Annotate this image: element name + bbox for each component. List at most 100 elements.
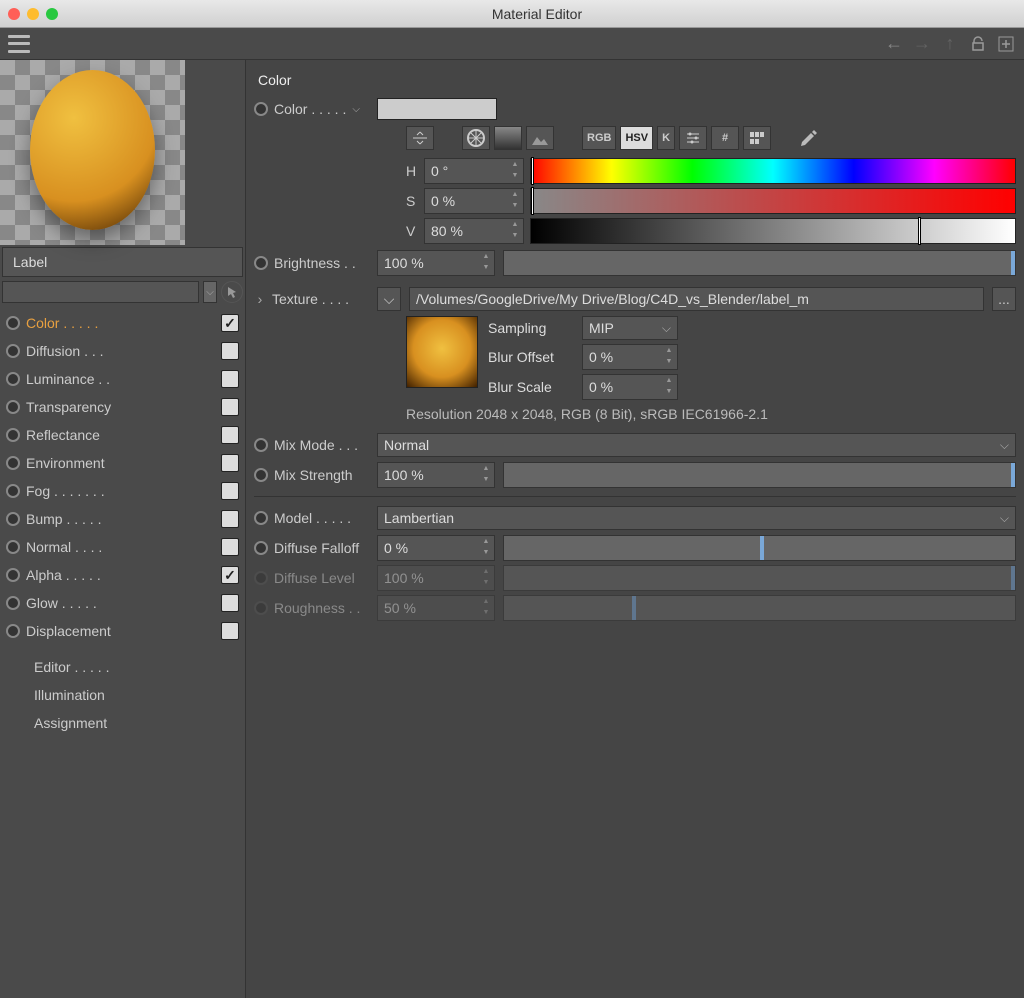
- channel-label-2[interactable]: Luminance . .: [26, 371, 215, 387]
- texture-disclosure-icon[interactable]: ›: [254, 291, 266, 307]
- mix-strength-enable-radio[interactable]: [254, 468, 268, 482]
- value-input[interactable]: 80 %▲▼: [424, 218, 524, 244]
- channel-radio-3[interactable]: [6, 400, 20, 414]
- channel-radio-1[interactable]: [6, 344, 20, 358]
- brightness-label: Brightness . .: [274, 255, 356, 271]
- channel-checkbox-3[interactable]: [221, 398, 239, 416]
- lock-icon[interactable]: [968, 34, 988, 54]
- channel-label-9[interactable]: Alpha . . . . .: [26, 567, 215, 583]
- hex-icon[interactable]: #: [711, 126, 739, 150]
- channel-radio-0[interactable]: [6, 316, 20, 330]
- minimize-window-button[interactable]: [27, 8, 39, 20]
- channel-checkbox-1[interactable]: [221, 342, 239, 360]
- sidebar-link-2[interactable]: Assignment: [34, 709, 239, 737]
- diffuse-level-enable-radio: [254, 571, 268, 585]
- color-tool-1[interactable]: [406, 126, 434, 150]
- channel-checkbox-0[interactable]: [221, 314, 239, 332]
- titlebar: Material Editor: [0, 0, 1024, 28]
- channel-checkbox-10[interactable]: [221, 594, 239, 612]
- channel-radio-8[interactable]: [6, 540, 20, 554]
- kelvin-mode-button[interactable]: K: [657, 126, 675, 150]
- diffuse-falloff-enable-radio[interactable]: [254, 541, 268, 555]
- channel-label-1[interactable]: Diffusion . . .: [26, 343, 215, 359]
- channel-checkbox-9[interactable]: [221, 566, 239, 584]
- color-wheel-icon[interactable]: [462, 126, 490, 150]
- channel-radio-2[interactable]: [6, 372, 20, 386]
- close-window-button[interactable]: [8, 8, 20, 20]
- mix-strength-input[interactable]: 100 %▲▼: [377, 462, 495, 488]
- texture-menu-button[interactable]: ⌵: [377, 287, 401, 311]
- channel-radio-5[interactable]: [6, 456, 20, 470]
- image-icon[interactable]: [526, 126, 554, 150]
- swatches-icon[interactable]: [743, 126, 771, 150]
- material-preview[interactable]: [0, 60, 185, 245]
- channel-checkbox-6[interactable]: [221, 482, 239, 500]
- channel-checkbox-4[interactable]: [221, 426, 239, 444]
- channel-label-4[interactable]: Reflectance: [26, 427, 215, 443]
- brightness-slider[interactable]: [503, 250, 1016, 276]
- forward-icon[interactable]: →: [912, 34, 932, 54]
- channel-radio-9[interactable]: [6, 568, 20, 582]
- hue-input[interactable]: 0 °▲▼: [424, 158, 524, 184]
- channel-select-input[interactable]: [2, 281, 199, 303]
- channel-select-dropdown-icon[interactable]: ⌵: [203, 281, 217, 303]
- blur-offset-input[interactable]: 0 %▲▼: [582, 344, 678, 370]
- channel-checkbox-2[interactable]: [221, 370, 239, 388]
- channel-radio-11[interactable]: [6, 624, 20, 638]
- channel-label-3[interactable]: Transparency: [26, 399, 215, 415]
- saturation-slider[interactable]: [530, 188, 1016, 214]
- window-controls: [8, 8, 58, 20]
- blur-scale-input[interactable]: 0 %▲▼: [582, 374, 678, 400]
- color-swatch[interactable]: [377, 98, 497, 120]
- hsv-mode-button[interactable]: HSV: [620, 126, 653, 150]
- channel-label-0[interactable]: Color . . . . .: [26, 315, 215, 331]
- roughness-input: 50 %▲▼: [377, 595, 495, 621]
- sampling-dropdown[interactable]: MIP: [582, 316, 678, 340]
- channel-label-7[interactable]: Bump . . . . .: [26, 511, 215, 527]
- channel-radio-4[interactable]: [6, 428, 20, 442]
- diffuse-falloff-slider[interactable]: [503, 535, 1016, 561]
- channel-label-6[interactable]: Fog . . . . . . .: [26, 483, 215, 499]
- texture-thumbnail[interactable]: [406, 316, 478, 388]
- channel-radio-7[interactable]: [6, 512, 20, 526]
- brightness-input[interactable]: 100 %▲▼: [377, 250, 495, 276]
- maximize-window-button[interactable]: [46, 8, 58, 20]
- model-dropdown[interactable]: Lambertian: [377, 506, 1016, 530]
- color-enable-radio[interactable]: [254, 102, 268, 116]
- channel-radio-6[interactable]: [6, 484, 20, 498]
- mixer-icon[interactable]: [679, 126, 707, 150]
- mix-strength-slider[interactable]: [503, 462, 1016, 488]
- sidebar-link-1[interactable]: Illumination: [34, 681, 239, 709]
- mix-mode-dropdown[interactable]: Normal: [377, 433, 1016, 457]
- channel-checkbox-7[interactable]: [221, 510, 239, 528]
- model-enable-radio[interactable]: [254, 511, 268, 525]
- eyedropper-icon[interactable]: [795, 126, 823, 150]
- channel-label-10[interactable]: Glow . . . . .: [26, 595, 215, 611]
- channel-label-8[interactable]: Normal . . . .: [26, 539, 215, 555]
- channel-radio-10[interactable]: [6, 596, 20, 610]
- mix-mode-enable-radio[interactable]: [254, 438, 268, 452]
- gradient-icon[interactable]: [494, 126, 522, 150]
- diffuse-falloff-input[interactable]: 0 %▲▼: [377, 535, 495, 561]
- hue-slider[interactable]: [530, 158, 1016, 184]
- channel-checkbox-5[interactable]: [221, 454, 239, 472]
- texture-browse-button[interactable]: ...: [992, 287, 1016, 311]
- channel-label-5[interactable]: Environment: [26, 455, 215, 471]
- value-label: V: [406, 223, 418, 239]
- rgb-mode-button[interactable]: RGB: [582, 126, 616, 150]
- channel-checkbox-8[interactable]: [221, 538, 239, 556]
- value-slider[interactable]: [530, 218, 1016, 244]
- back-icon[interactable]: ←: [884, 34, 904, 54]
- add-icon[interactable]: [996, 34, 1016, 54]
- chevron-down-icon[interactable]: ⌵: [352, 104, 360, 115]
- pick-arrow-icon[interactable]: [221, 281, 243, 303]
- channel-label-11[interactable]: Displacement: [26, 623, 215, 639]
- up-icon[interactable]: ↑: [940, 34, 960, 54]
- sidebar-link-0[interactable]: Editor . . . . .: [34, 653, 239, 681]
- brightness-enable-radio[interactable]: [254, 256, 268, 270]
- channel-checkbox-11[interactable]: [221, 622, 239, 640]
- saturation-input[interactable]: 0 %▲▼: [424, 188, 524, 214]
- texture-path-field[interactable]: /Volumes/GoogleDrive/My Drive/Blog/C4D_v…: [409, 287, 984, 311]
- hue-label: H: [406, 163, 418, 179]
- menu-icon[interactable]: [8, 35, 30, 53]
